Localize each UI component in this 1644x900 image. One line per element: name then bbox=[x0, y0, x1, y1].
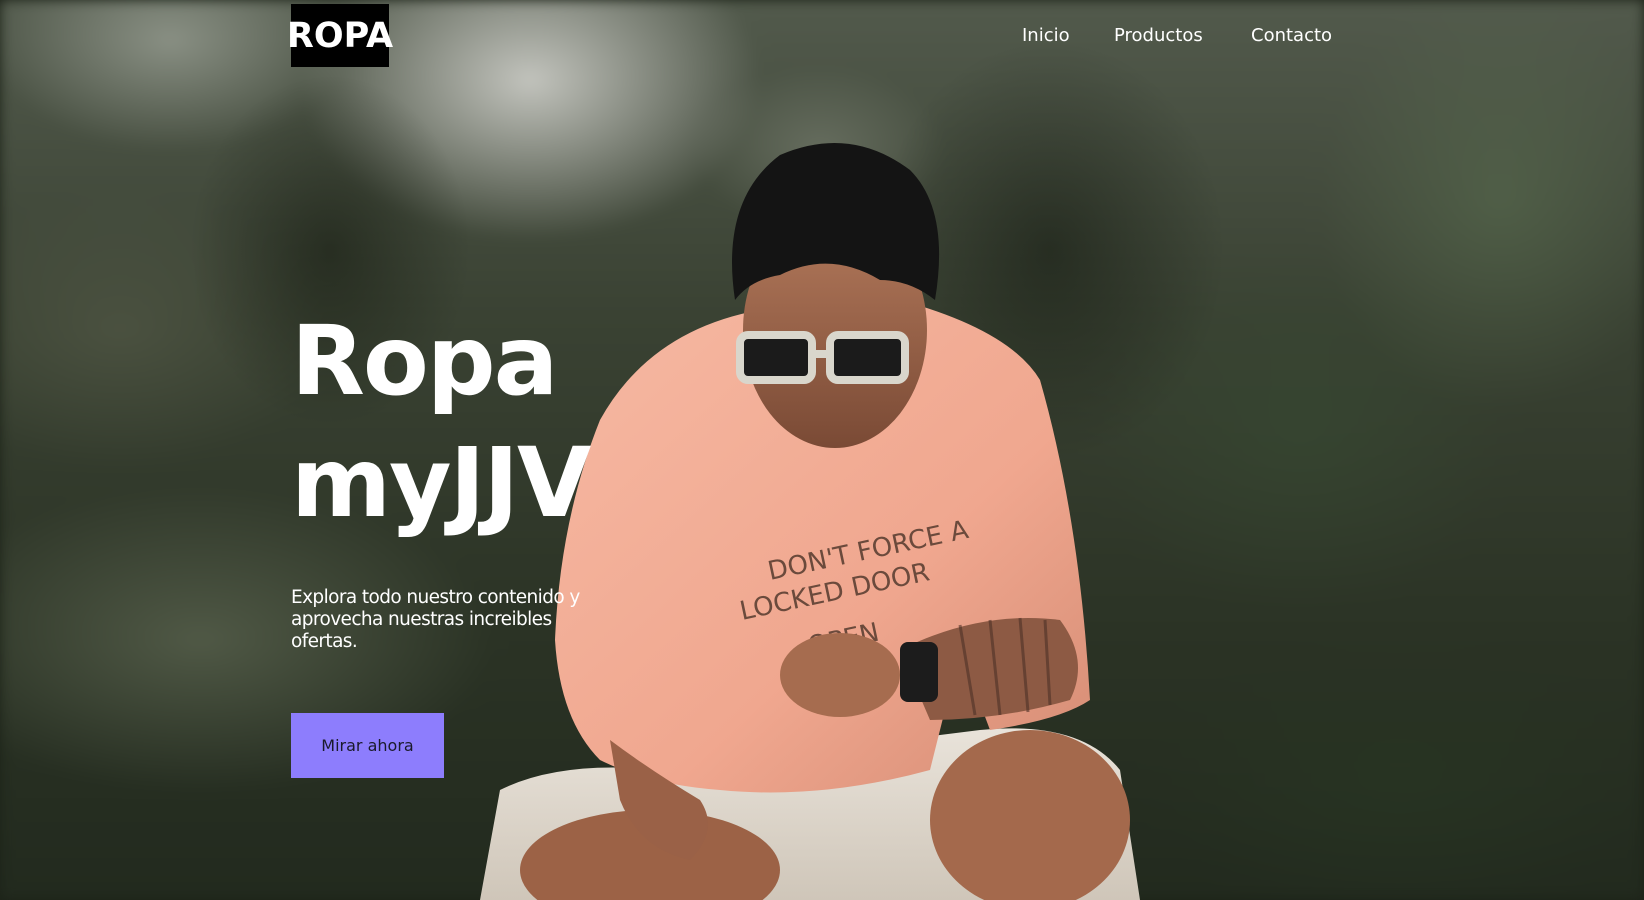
mirar-ahora-button[interactable]: Mirar ahora bbox=[291, 713, 444, 778]
hero-title: Ropa myJJV bbox=[291, 300, 651, 544]
model-watch bbox=[900, 642, 938, 702]
hero-title-line2: myJJV bbox=[291, 427, 591, 539]
model-hand bbox=[780, 633, 900, 717]
hero-subtitle: Explora todo nuestro contenido y aprovec… bbox=[291, 587, 580, 652]
nav-link-productos[interactable]: Productos bbox=[1114, 22, 1203, 50]
hero-photo-model: DON'T FORCE A LOCKED DOOR OPEN bbox=[480, 143, 1140, 900]
model-sunglasses-left bbox=[736, 331, 816, 384]
page: DON'T FORCE A LOCKED DOOR OPEN ROPA Inic… bbox=[0, 0, 1644, 900]
model-sunglasses-right bbox=[826, 331, 909, 384]
hero-title-line1: Ropa bbox=[291, 305, 558, 417]
nav-link-contacto[interactable]: Contacto bbox=[1251, 22, 1332, 50]
site-logo[interactable]: ROPA bbox=[287, 4, 393, 67]
nav-link-inicio[interactable]: Inicio bbox=[1022, 22, 1070, 50]
